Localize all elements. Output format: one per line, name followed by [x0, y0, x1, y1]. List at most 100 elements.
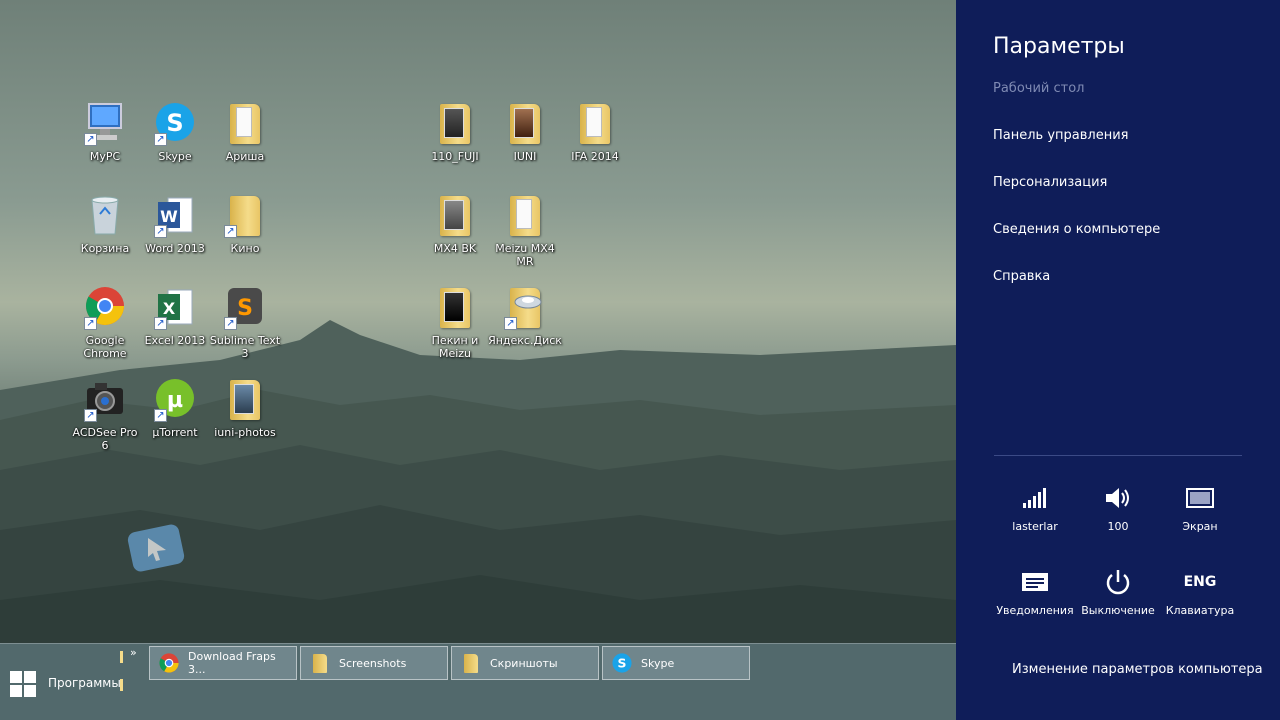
quick-tile-network[interactable]: lasterlar — [993, 482, 1077, 544]
taskbar-marker — [120, 651, 123, 663]
desktop-icon-label: iuni-photos — [214, 426, 276, 439]
desktop-icon-chrome[interactable]: ↗ Google Chrome — [69, 284, 141, 360]
quick-tile-label: Экран — [1182, 520, 1218, 533]
desktop-icon-label: Google Chrome — [83, 334, 127, 360]
desktop-icon-mx4-bk[interactable]: MX4 BK — [419, 192, 491, 255]
shortcut-arrow-icon: ↗ — [84, 409, 97, 422]
shortcut-arrow-icon: ↗ — [154, 133, 167, 146]
desktop-icon-yandex-disk[interactable]: ↗ Яндекс.Диск — [488, 284, 562, 347]
shortcut-arrow-icon: ↗ — [154, 317, 167, 330]
quick-tile-label: Выключение — [1081, 604, 1155, 617]
folder-icon — [440, 196, 470, 236]
quick-tile-screen[interactable]: Экран — [1158, 482, 1242, 544]
folder-icon — [580, 104, 610, 144]
desktop-icon-110-fuji[interactable]: 110_FUJI — [419, 100, 491, 163]
shortcut-arrow-icon: ↗ — [154, 409, 167, 422]
taskbar-marker — [120, 679, 123, 691]
quick-tile-volume[interactable]: 100 — [1076, 482, 1160, 544]
desktop-icon-label: Корзина — [80, 242, 130, 255]
shortcut-arrow-icon: ↗ — [224, 317, 237, 330]
desktop-icon-pekin-meizu[interactable]: Пекин и Meizu — [419, 284, 491, 360]
desktop-icon-label: MyPC — [89, 150, 121, 163]
desktop-icon-ifa-2014[interactable]: IFA 2014 — [559, 100, 631, 163]
shortcut-arrow-icon: ↗ — [224, 225, 237, 238]
charm-divider — [994, 455, 1242, 456]
power-icon — [1106, 570, 1130, 595]
shortcut-arrow-icon: ↗ — [504, 317, 517, 330]
shortcut-arrow-icon: ↗ — [154, 225, 167, 238]
charm-link-personalization[interactable]: Персонализация — [993, 175, 1107, 190]
recycle-bin-icon — [91, 196, 119, 235]
desktop-icon-label: Skype — [158, 150, 192, 163]
taskbar-more-chevron[interactable]: » — [130, 646, 137, 659]
desktop-icon-utorrent[interactable]: µ ↗ µTorrent — [139, 376, 211, 439]
desktop-icon-label: Sublime Text 3 — [209, 334, 281, 360]
settings-charm-panel: Параметры Рабочий стол Панель управления… — [956, 0, 1280, 720]
svg-text:W: W — [160, 207, 178, 226]
skype-icon: S — [612, 653, 632, 673]
desktop-icon-label: MX4 BK — [433, 242, 477, 255]
charm-link-pc-info[interactable]: Сведения о компьютере — [993, 222, 1160, 237]
shortcut-arrow-icon: ↗ — [84, 133, 97, 146]
taskbar-button-label: Screenshots — [339, 656, 407, 670]
taskbar-button-skype[interactable]: S Skype — [602, 646, 750, 680]
folder-icon — [510, 196, 540, 236]
desktop-icon-acdsee[interactable]: ↗ ACDSee Pro 6 — [69, 376, 141, 452]
desktop-icon-sublime[interactable]: S ↗ Sublime Text 3 — [209, 284, 281, 360]
volume-icon — [1106, 488, 1129, 508]
quick-tile-label: 100 — [1107, 520, 1129, 533]
desktop-icon-meizu-mx4-mr[interactable]: Meizu MX4 MR — [489, 192, 561, 268]
desktop[interactable]: ↗ MyPC S ↗ Skype Ариша Корзина W ↗ Word … — [0, 0, 956, 720]
taskbar-button-skrinshoty[interactable]: Скриншоты — [451, 646, 599, 680]
desktop-icon-label: Яндекс.Диск — [488, 334, 562, 347]
svg-text:S: S — [237, 296, 253, 321]
desktop-icon-label: µTorrent — [152, 426, 198, 439]
desktop-icon-label: Meizu MX4 MR — [495, 242, 555, 268]
taskbar-button-label: Скриншоты — [490, 656, 558, 670]
desktop-icon-arisha[interactable]: Ариша — [209, 100, 281, 163]
desktop-icon-skype[interactable]: S ↗ Skype — [139, 100, 211, 163]
svg-text:X: X — [163, 299, 176, 318]
desktop-icon-label: IFA 2014 — [571, 150, 619, 163]
desktop-icon-label: 110_FUJI — [431, 150, 479, 163]
desktop-icon-label: Ариша — [225, 150, 265, 163]
chrome-icon — [159, 653, 179, 673]
charm-link-control-panel[interactable]: Панель управления — [993, 128, 1129, 143]
desktop-icon-kino[interactable]: ↗ Кино — [209, 192, 281, 255]
quick-tile-keyboard[interactable]: ENG Клавиатура — [1158, 566, 1242, 628]
desktop-icon-label: Кино — [230, 242, 260, 255]
folder-icon — [440, 104, 470, 144]
desktop-icon-label: ACDSee Pro 6 — [72, 426, 138, 452]
desktop-icon-label: Word 2013 — [145, 242, 205, 255]
taskbar-button-chrome[interactable]: Download Fraps 3... — [149, 646, 297, 680]
quick-tile-power[interactable]: Выключение — [1076, 566, 1160, 628]
taskbar-button-label: Download Fraps 3... — [188, 650, 276, 676]
svg-text:S: S — [618, 655, 627, 670]
desktop-icon-excel[interactable]: X ↗ Excel 2013 — [139, 284, 211, 347]
charm-subtitle: Рабочий стол — [993, 81, 1085, 96]
charm-link-change-pc-settings[interactable]: Изменение параметров компьютера — [1012, 662, 1263, 677]
desktop-icon-recycle-bin[interactable]: Корзина — [69, 192, 141, 255]
quick-tile-label: Уведомления — [996, 604, 1074, 617]
programs-label[interactable]: Программы — [48, 676, 121, 690]
folder-icon — [230, 104, 260, 144]
desktop-icon-word[interactable]: W ↗ Word 2013 — [139, 192, 211, 255]
folder-icon — [510, 104, 540, 144]
taskbar: Программы » Download Fraps 3... Screensh… — [0, 643, 956, 720]
network-signal-icon — [1023, 488, 1046, 508]
folder-icon — [230, 380, 260, 420]
charm-title: Параметры — [993, 34, 1125, 59]
folder-icon — [440, 288, 470, 328]
desktop-icon-iuni-photos[interactable]: iuni-photos — [209, 376, 281, 439]
windows-logo-icon — [10, 671, 22, 683]
start-button[interactable] — [10, 671, 36, 697]
folder-icon — [313, 654, 327, 673]
desktop-icon-iuni[interactable]: IUNI — [489, 100, 561, 163]
desktop-icon-mypc[interactable]: ↗ MyPC — [69, 100, 141, 163]
folder-icon — [464, 654, 478, 673]
taskbar-button-screenshots[interactable]: Screenshots — [300, 646, 448, 680]
notifications-icon — [1022, 573, 1048, 591]
quick-tile-label: lasterlar — [1012, 520, 1058, 533]
charm-link-help[interactable]: Справка — [993, 269, 1050, 284]
quick-tile-notifications[interactable]: Уведомления — [993, 566, 1077, 628]
